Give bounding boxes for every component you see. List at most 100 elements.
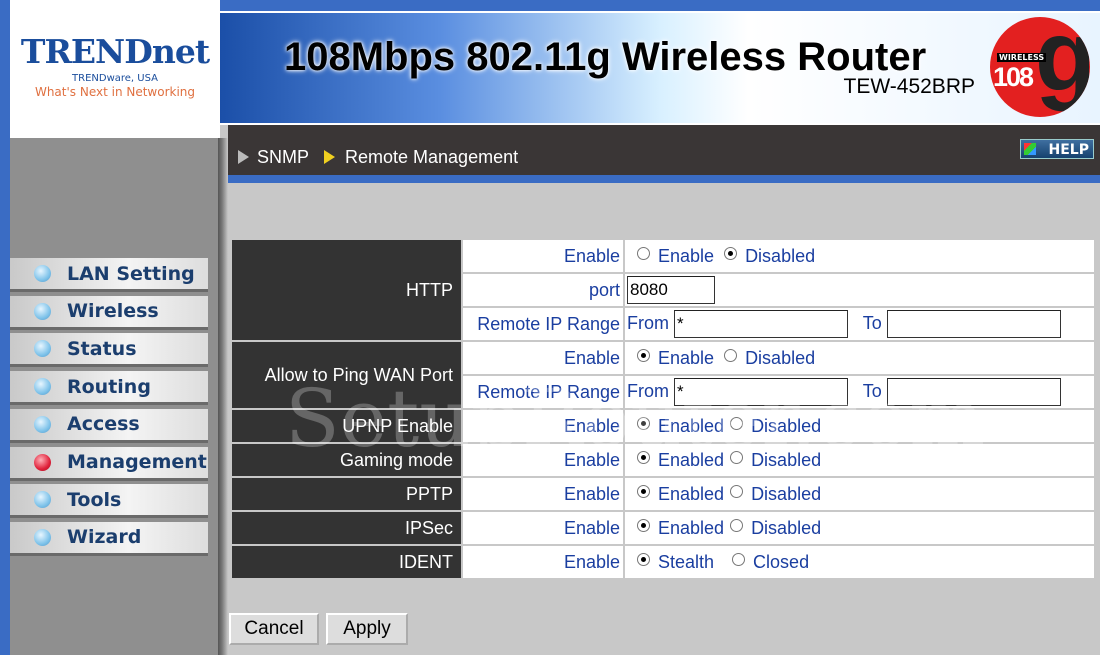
field-label: Remote IP Range	[463, 308, 623, 340]
ipsec-on-radio[interactable]	[637, 518, 650, 532]
option-label: Disabled	[751, 415, 822, 436]
help-button[interactable]: HELP	[1020, 139, 1094, 159]
breadcrumb-parent[interactable]: SNMP	[257, 147, 309, 168]
sidebar-item-label: Wireless	[67, 300, 159, 323]
sidebar-item-label: Access	[67, 413, 140, 436]
from-label: From	[627, 380, 669, 401]
option-label: Disabled	[751, 483, 822, 504]
option-label: Closed	[753, 551, 810, 572]
sidebar-item-label: Routing	[67, 375, 151, 398]
field-label: Enable	[463, 444, 623, 476]
badge-top: WIRELESS	[997, 53, 1047, 62]
sidebar-item-label: Wizard	[67, 526, 142, 549]
upnp-label: UPNP Enable	[232, 410, 461, 442]
gaming-label: Gaming mode	[232, 444, 461, 476]
http-port-input[interactable]	[627, 276, 715, 304]
breadcrumb: SNMP Remote Management HELP	[228, 125, 1100, 175]
option-label: Enabled	[658, 415, 725, 436]
option-label: Enabled	[658, 483, 725, 504]
logo-sub: TRENDware, USA	[72, 73, 158, 84]
http-enable-radio[interactable]	[637, 246, 650, 260]
option-label: Enable	[658, 347, 715, 368]
sidebar-divider	[218, 138, 228, 655]
sidebar-item-management[interactable]: Management	[10, 446, 208, 481]
ping-to-input[interactable]	[886, 378, 1061, 406]
bullet-icon	[34, 340, 51, 358]
ident-label: IDENT	[232, 546, 461, 578]
ping-disabled-radio[interactable]	[724, 348, 738, 362]
ping-enable-row: Allow to Ping WAN Port Enable Enable Disa…	[232, 342, 1094, 408]
ping-label: Allow to Ping WAN Port	[232, 342, 461, 408]
bullet-icon	[34, 378, 51, 396]
model-number: TEW-452BRP	[843, 75, 976, 98]
sidebar-item-status[interactable]: Status	[10, 333, 208, 368]
product-title: 108Mbps 802.11g Wireless Router	[284, 35, 927, 79]
remote-management-form: HTTP Enable Enable Disabled port Remote I…	[230, 238, 1096, 580]
field-label: Enable	[463, 240, 623, 272]
pptp-off-radio[interactable]	[730, 484, 744, 498]
upnp-row: UPNP Enable Enable Enabled Disabled	[232, 410, 1094, 442]
header-banner: 108Mbps 802.11g Wireless Router TEW-452B…	[220, 11, 1100, 125]
bullet-icon	[34, 528, 51, 546]
logo-tagline: What's Next in Networking	[34, 85, 196, 99]
arrow-icon	[238, 150, 249, 164]
field-label: Enable	[463, 512, 623, 544]
upnp-on-radio[interactable]	[637, 416, 650, 430]
badge-letter: g	[1035, 17, 1090, 112]
option-label: Enable	[658, 245, 715, 266]
field-label: Enable	[463, 410, 623, 442]
ping-enable-radio[interactable]	[637, 348, 650, 362]
ping-from-input[interactable]	[674, 378, 849, 406]
badge-number: 108	[993, 62, 1034, 92]
sidebar-item-access[interactable]: Access	[10, 408, 208, 443]
pptp-row: PPTP Enable Enabled Disabled	[232, 478, 1094, 510]
option-label: Disabled	[751, 517, 822, 538]
gaming-row: Gaming mode Enable Enabled Disabled	[232, 444, 1094, 476]
sidebar-item-label: Status	[67, 337, 137, 360]
ident-row: IDENT Enable Stealth Closed	[232, 546, 1094, 578]
field-label: Enable	[463, 478, 623, 510]
bullet-icon	[34, 302, 51, 320]
to-label: To	[862, 312, 882, 333]
ident-off-radio[interactable]	[732, 552, 746, 566]
sidebar-item-routing[interactable]: Routing	[10, 371, 208, 406]
breadcrumb-current: Remote Management	[345, 147, 519, 167]
ipsec-label: IPSec	[232, 512, 461, 544]
sidebar-item-label: Management	[67, 451, 207, 473]
option-label: Disabled	[745, 347, 816, 368]
top-bar	[220, 0, 1100, 11]
cancel-button[interactable]: Cancel	[229, 613, 319, 645]
ipsec-off-radio[interactable]	[730, 518, 744, 532]
gaming-on-radio[interactable]	[637, 450, 650, 464]
option-label: Stealth	[658, 551, 715, 572]
option-label: Enabled	[658, 517, 725, 538]
bullet-icon	[34, 453, 51, 471]
help-label: HELP	[1048, 142, 1089, 158]
option-label: Enabled	[658, 449, 725, 470]
left-edge-bar	[0, 0, 10, 655]
pptp-on-radio[interactable]	[637, 484, 650, 498]
gaming-off-radio[interactable]	[730, 450, 744, 464]
http-label: HTTP	[232, 240, 461, 340]
http-to-input[interactable]	[886, 310, 1061, 338]
bullet-icon	[34, 415, 51, 433]
option-label: Disabled	[745, 245, 816, 266]
field-label: Remote IP Range	[463, 376, 623, 408]
sidebar-item-wireless[interactable]: Wireless	[10, 295, 208, 330]
http-disabled-radio[interactable]	[724, 246, 738, 260]
sidebar-item-lan-setting[interactable]: LAN Setting	[10, 258, 208, 292]
bullet-icon	[34, 491, 51, 509]
pptp-label: PPTP	[232, 478, 461, 510]
http-enable-row: HTTP Enable Enable Disabled	[232, 240, 1094, 340]
trendnet-logo: TRENDnet TRENDware, USA What's Next in N…	[10, 0, 220, 138]
ident-on-radio[interactable]	[637, 552, 650, 566]
to-label: To	[862, 380, 882, 401]
field-label: Enable	[463, 546, 623, 578]
sidebar-item-tools[interactable]: Tools	[10, 484, 208, 519]
logo-brand: TRENDnet	[20, 32, 210, 71]
upnp-off-radio[interactable]	[730, 416, 744, 430]
bullet-icon	[34, 265, 51, 282]
sidebar-item-wizard[interactable]: Wizard	[10, 521, 208, 556]
apply-button[interactable]: Apply	[326, 613, 408, 645]
http-from-input[interactable]	[674, 310, 849, 338]
